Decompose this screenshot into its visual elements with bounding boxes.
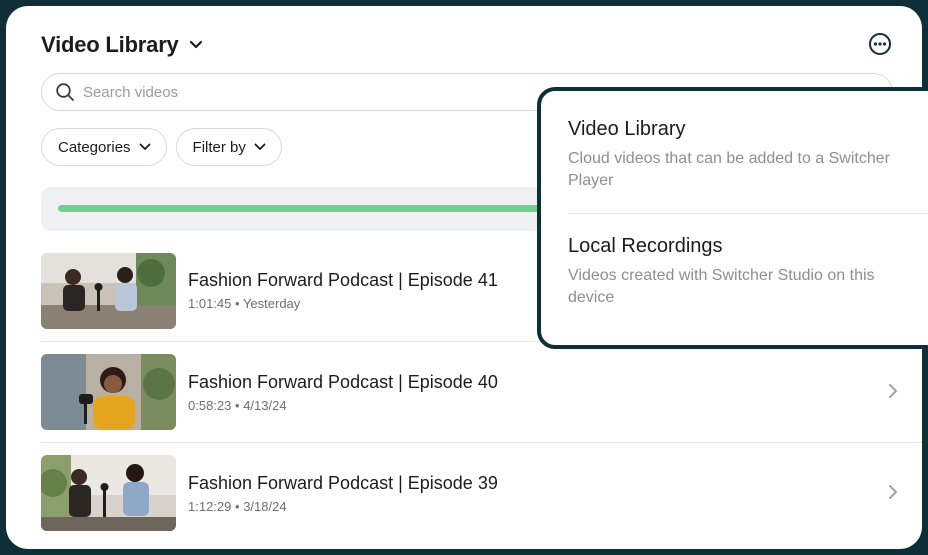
chevron-right-icon — [889, 485, 897, 499]
video-meta: 0:58:23 • 4/13/24 — [188, 398, 498, 413]
video-meta: 1:01:45 • Yesterday — [188, 296, 498, 311]
menu-item-title: Local Recordings — [568, 235, 723, 257]
chevron-right-icon — [889, 384, 897, 398]
menu-item-title: Video Library — [568, 118, 686, 140]
library-selector[interactable]: Video Library — [41, 32, 203, 58]
menu-item-local-recordings[interactable]: Local Recordings Videos created with Swi… — [568, 235, 928, 309]
video-date: Yesterday — [242, 296, 301, 311]
meta-separator: • — [235, 296, 240, 311]
filter-bar: Categories Filter by — [41, 128, 282, 166]
menu-item-video-library[interactable]: Video Library Cloud videos that can be a… — [568, 118, 928, 192]
menu-item-description: Cloud videos that can be added to a Swit… — [568, 150, 890, 189]
library-source-menu: Video Library Cloud videos that can be a… — [537, 87, 928, 349]
video-title: Fashion Forward Podcast | Episode 39 — [188, 472, 498, 493]
categories-dropdown[interactable]: Categories — [41, 128, 167, 166]
video-thumbnail — [41, 455, 176, 531]
menu-item-description: Videos created with Switcher Studio on t… — [568, 267, 875, 306]
filter-by-dropdown[interactable]: Filter by — [175, 128, 282, 166]
page-title: Video Library — [41, 32, 179, 57]
video-meta: 1:12:29 • 3/18/24 — [188, 499, 498, 514]
video-thumbnail — [41, 354, 176, 430]
video-duration: 1:12:29 — [188, 498, 232, 514]
video-thumbnail — [41, 252, 176, 329]
meta-separator: • — [235, 498, 240, 514]
menu-divider — [568, 213, 928, 214]
chevron-down-icon — [139, 143, 150, 150]
chevron-down-icon — [254, 143, 266, 150]
video-date: 4/13/24 — [243, 397, 287, 413]
video-title: Fashion Forward Podcast | Episode 41 — [188, 270, 498, 290]
video-duration: 1:01:45 — [188, 296, 232, 311]
search-icon — [56, 83, 74, 101]
chevron-down-icon — [189, 40, 203, 50]
filter-by-label: Filter by — [192, 138, 246, 156]
list-item[interactable]: Fashion Forward Podcast | Episode 40 0:5… — [41, 341, 922, 442]
video-info: Fashion Forward Podcast | Episode 39 1:1… — [188, 473, 498, 514]
video-info: Fashion Forward Podcast | Episode 41 1:0… — [188, 270, 498, 311]
video-date: 3/18/24 — [243, 498, 287, 514]
more-options-button[interactable] — [868, 32, 892, 56]
video-title: Fashion Forward Podcast | Episode 40 — [188, 371, 498, 392]
categories-label: Categories — [58, 138, 131, 156]
list-item[interactable]: Fashion Forward Podcast | Episode 39 1:1… — [41, 442, 922, 543]
upload-progress-bar — [58, 205, 541, 212]
video-duration: 0:58:23 — [188, 397, 232, 413]
video-info: Fashion Forward Podcast | Episode 40 0:5… — [188, 372, 498, 413]
ellipsis-circle-icon — [869, 33, 891, 55]
meta-separator: • — [235, 397, 240, 413]
